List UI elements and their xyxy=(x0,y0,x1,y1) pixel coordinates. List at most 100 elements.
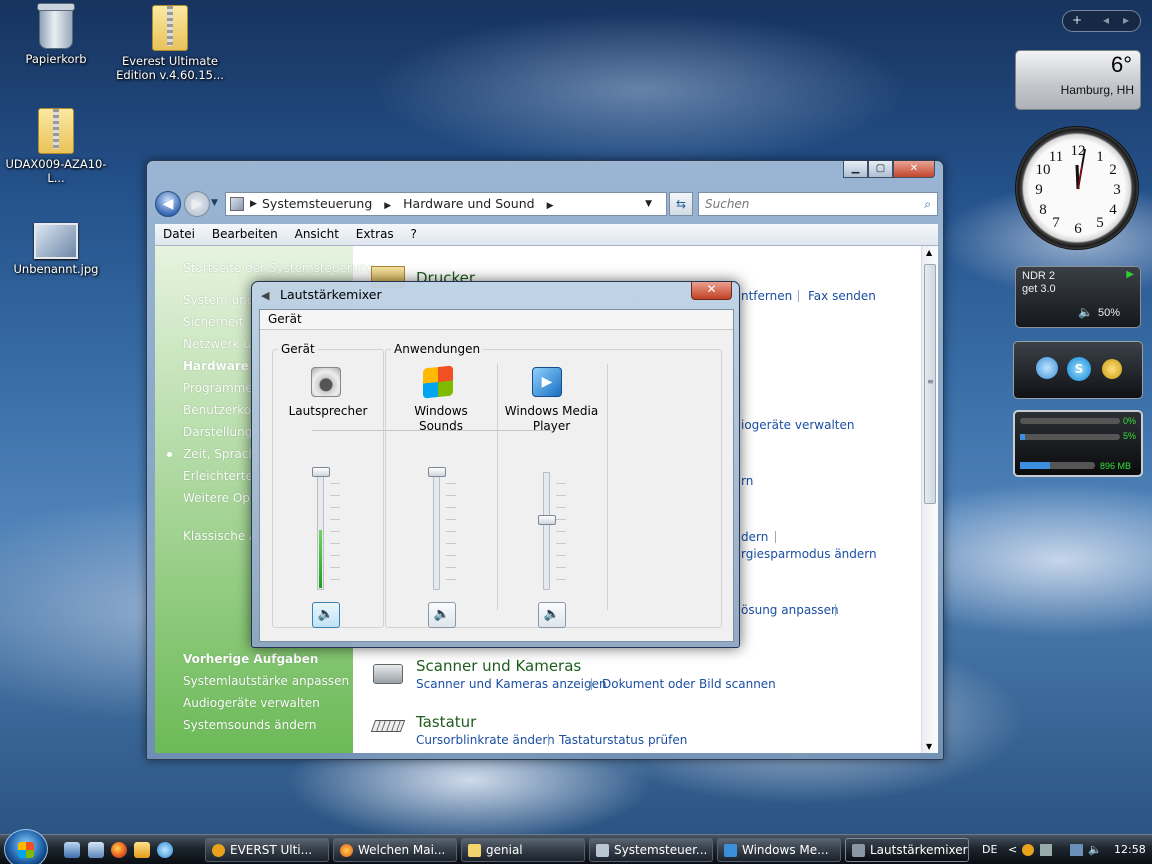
vertical-scrollbar[interactable]: ▲ ≡ ▼ xyxy=(921,246,938,753)
category-scanners-title[interactable]: Scanner und Kameras xyxy=(416,657,581,675)
show-desktop-icon[interactable] xyxy=(64,842,80,858)
clock-numeral: 7 xyxy=(1052,215,1060,231)
language-indicator[interactable]: DE xyxy=(982,835,997,864)
tool-tray-icon[interactable] xyxy=(1040,844,1052,856)
volume-tray-icon[interactable]: 🔈 xyxy=(1088,835,1102,864)
partial-link[interactable]: rn xyxy=(741,474,753,488)
scroll-up-icon[interactable]: ▲ xyxy=(926,248,932,257)
info-tray-icon[interactable] xyxy=(1022,844,1034,856)
clock-gadget[interactable]: 12 1 2 3 4 5 6 7 8 9 10 11 xyxy=(1015,126,1139,250)
network-tray-icon[interactable] xyxy=(1070,844,1083,856)
history-dropdown-icon[interactable]: ▼ xyxy=(211,198,218,208)
address-dropdown-icon[interactable]: ▼ xyxy=(645,193,652,215)
display-resolution-link[interactable]: ösung anpassen xyxy=(741,603,839,617)
nav-item-security[interactable]: Sicherheit xyxy=(183,315,243,329)
volume-slider-track[interactable] xyxy=(317,472,324,590)
recent-task-link[interactable]: Systemsounds ändern xyxy=(183,718,317,732)
scroll-down-icon[interactable]: ▼ xyxy=(926,742,932,751)
taskbar-button-label: Systemsteuer... xyxy=(614,843,708,857)
prev-page-button[interactable]: ◂ xyxy=(1103,13,1109,27)
radio-volume: 50% xyxy=(1098,307,1121,319)
desktop-icon-recycle-bin[interactable]: Papierkorb xyxy=(1,3,111,66)
volume-slider-track[interactable] xyxy=(433,472,440,590)
category-keyboard-title[interactable]: Tastatur xyxy=(416,713,476,731)
folder-icon xyxy=(468,844,481,857)
scrollbar-thumb[interactable]: ≡ xyxy=(924,264,936,504)
network-icon[interactable] xyxy=(1102,359,1122,379)
search-icon[interactable]: ⌕ xyxy=(924,193,931,215)
keyboard-link-blink[interactable]: Cursorblinkrate ändern xyxy=(416,733,555,747)
next-page-button[interactable]: ▸ xyxy=(1123,13,1129,27)
printer-link-fax[interactable]: Fax senden xyxy=(808,289,876,303)
taskbar-button-volume-mixer[interactable]: Lautstärkemixer xyxy=(845,838,969,862)
menu-file[interactable]: Datei xyxy=(163,227,195,241)
mute-button[interactable]: 🔈 xyxy=(538,602,566,628)
channel-divider xyxy=(497,364,498,610)
internet-explorer-icon[interactable] xyxy=(157,842,173,858)
desktop-icon-udax[interactable]: UDAX009-AZA10-L... xyxy=(1,108,111,185)
volume-slider-track[interactable] xyxy=(543,472,550,590)
refresh-icon[interactable]: ⇆ xyxy=(669,192,693,216)
close-button[interactable]: ✕ xyxy=(893,161,935,178)
taskbar-button-media-player[interactable]: Windows Me... xyxy=(717,838,841,862)
partial-link[interactable]: dern xyxy=(741,530,768,544)
skype-icon[interactable]: S xyxy=(1067,357,1091,381)
menu-tools[interactable]: Extras xyxy=(356,227,394,241)
menu-view[interactable]: Ansicht xyxy=(295,227,339,241)
zip-folder-icon xyxy=(38,108,74,154)
maximize-button[interactable]: ▢ xyxy=(868,161,893,178)
add-gadget-button[interactable]: + xyxy=(1072,13,1082,27)
taskbar-button-everest[interactable]: EVERST Ulti... xyxy=(205,838,329,862)
close-button[interactable]: ✕ xyxy=(691,282,732,300)
firefox-icon[interactable] xyxy=(111,842,127,858)
scanner-link-view[interactable]: Scanner und Kameras anzeigen xyxy=(416,677,607,691)
back-button[interactable]: ◀ xyxy=(155,191,181,217)
nav-home-link[interactable]: Startseite der Systemsteuerung xyxy=(183,261,375,275)
keyboard-link-status[interactable]: Tastaturstatus prüfen xyxy=(559,733,687,747)
volume-slider-thumb[interactable] xyxy=(312,467,330,477)
switch-windows-icon[interactable] xyxy=(88,842,104,858)
play-icon[interactable]: ▶ xyxy=(1126,269,1134,280)
search-input[interactable]: Suchen ⌕ xyxy=(698,192,938,216)
breadcrumb-chevron-icon: ▶ xyxy=(250,199,257,209)
nav-item-programs[interactable]: Programme xyxy=(183,381,253,395)
clock-time[interactable]: 12:58 xyxy=(1114,835,1146,864)
recent-task-link[interactable]: Audiogeräte verwalten xyxy=(183,696,320,710)
scanner-link-scan[interactable]: Dokument oder Bild scannen xyxy=(602,677,776,691)
tray-expand-icon[interactable]: < xyxy=(1008,835,1017,864)
weather-city: Hamburg, HH xyxy=(1060,83,1134,97)
cpu-bar xyxy=(1020,418,1120,424)
desktop-icon-everest[interactable]: Everest Ultimate Edition v.4.60.15... xyxy=(115,5,225,82)
clock-numeral: 2 xyxy=(1109,162,1117,178)
menu-edit[interactable]: Bearbeiten xyxy=(212,227,278,241)
taskbar-button-firefox[interactable]: Welchen Mai... xyxy=(333,838,457,862)
weather-gadget[interactable]: 6° Hamburg, HH xyxy=(1015,50,1141,110)
connect-icon[interactable] xyxy=(1036,357,1058,379)
mute-button[interactable]: 🔈 xyxy=(428,602,456,628)
address-bar[interactable]: ▶ Systemsteuerung ▶ Hardware und Sound ▶… xyxy=(225,192,667,216)
media-player-icon: ▶ xyxy=(532,367,562,397)
recent-task-link[interactable]: Systemlautstärke anpassen xyxy=(183,674,349,688)
speaker-icon[interactable]: 🔈 xyxy=(1078,305,1093,319)
minimize-button[interactable]: ▁ xyxy=(843,161,868,178)
breadcrumb-item[interactable]: Hardware und Sound xyxy=(403,196,534,211)
menu-help[interactable]: ? xyxy=(411,227,417,241)
volume-slider-thumb[interactable] xyxy=(428,467,446,477)
clock-numeral: 4 xyxy=(1109,202,1117,218)
printer-link-remove[interactable]: ntfernen xyxy=(741,289,792,303)
start-button[interactable] xyxy=(4,829,48,864)
desktop-icon-image[interactable]: Unbenannt.jpg xyxy=(1,223,111,276)
forward-button[interactable]: ▶ xyxy=(184,191,210,217)
energy-plan-link[interactable]: rgiesparmodus ändern xyxy=(741,547,877,561)
desktop-icon-label: UDAX009-AZA10-L... xyxy=(5,157,107,185)
breadcrumb-item[interactable]: Systemsteuerung xyxy=(262,196,372,211)
image-file-icon xyxy=(34,223,78,259)
radio-gadget[interactable]: NDR 2 get 3.0 ▶ 🔈 50% xyxy=(1015,266,1141,328)
mail-icon[interactable] xyxy=(134,842,150,858)
taskbar-button-folder[interactable]: genial xyxy=(461,838,585,862)
audio-devices-link[interactable]: iogeräte verwalten xyxy=(741,418,854,432)
volume-slider-thumb[interactable] xyxy=(538,515,556,525)
mute-button[interactable]: 🔈 xyxy=(312,602,340,628)
taskbar-button-control-panel[interactable]: Systemsteuer... xyxy=(589,838,713,862)
menu-device[interactable]: Gerät xyxy=(268,312,302,326)
